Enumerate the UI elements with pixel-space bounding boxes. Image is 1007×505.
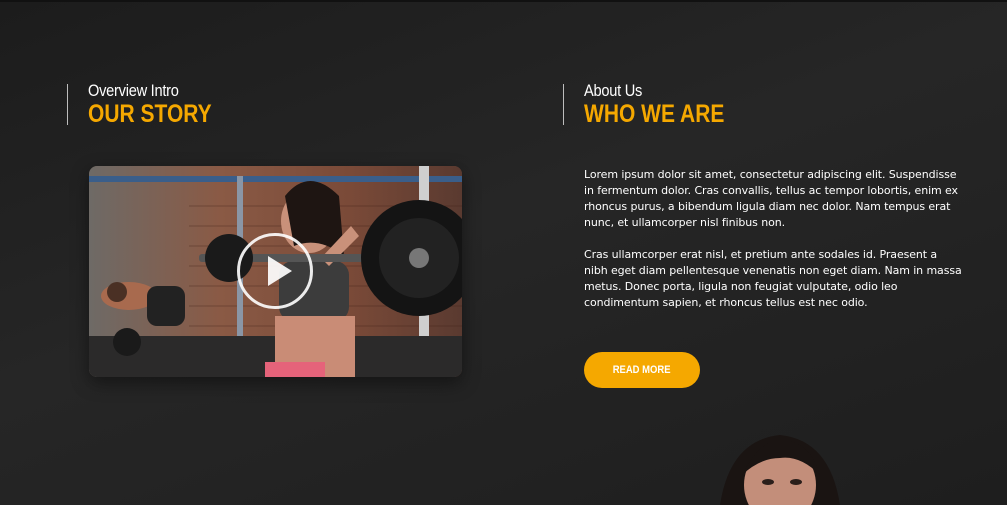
play-icon: [268, 256, 292, 286]
about-eyebrow: About Us: [584, 81, 643, 100]
top-divider: [0, 0, 1007, 2]
about-title: WHO WE ARE: [584, 100, 725, 128]
play-button[interactable]: [237, 233, 313, 309]
overview-eyebrow: Overview Intro: [88, 81, 179, 100]
portrait-image: [700, 430, 850, 505]
about-heading: About Us WHO WE ARE: [563, 81, 751, 128]
about-paragraph-2: Cras ullamcorper erat nisl, et pretium a…: [584, 248, 962, 309]
read-more-label: READ MORE: [613, 364, 671, 376]
about-text: Lorem ipsum dolor sit amet, consectetur …: [584, 167, 964, 327]
overview-title: OUR STORY: [88, 100, 212, 128]
overview-heading: Overview Intro OUR STORY: [67, 81, 235, 128]
video-thumbnail[interactable]: [89, 166, 462, 377]
about-paragraph-1: Lorem ipsum dolor sit amet, consectetur …: [584, 168, 958, 229]
read-more-button[interactable]: READ MORE: [584, 352, 700, 388]
